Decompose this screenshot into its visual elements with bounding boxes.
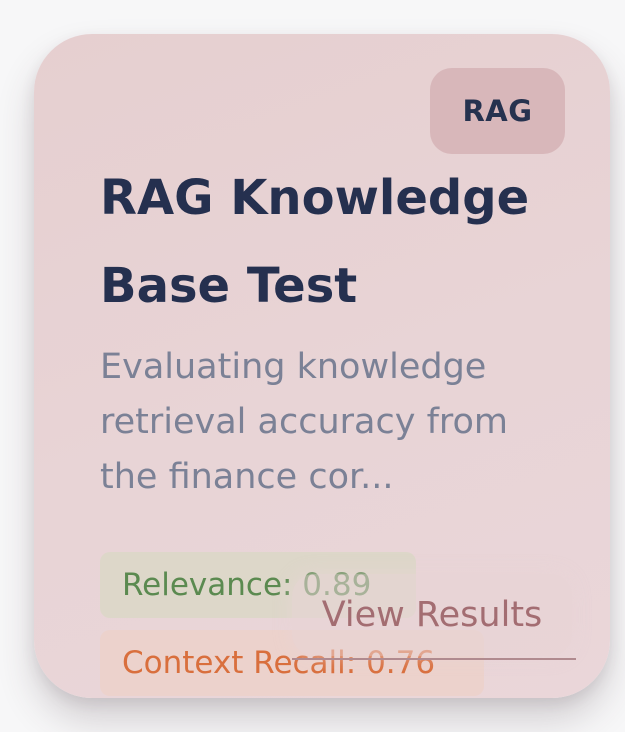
type-badge: RAG [430, 68, 565, 154]
card-title: RAG Knowledge Base Test [100, 170, 530, 314]
test-card[interactable]: RAG RAG Knowledge Base Test Evaluating k… [34, 34, 610, 698]
view-results-underline [292, 658, 576, 660]
stage: RAG RAG Knowledge Base Test Evaluating k… [0, 0, 625, 732]
card-description: Evaluating knowledge retrieval accuracy … [100, 347, 509, 497]
view-results-button[interactable]: View Results [292, 574, 572, 656]
